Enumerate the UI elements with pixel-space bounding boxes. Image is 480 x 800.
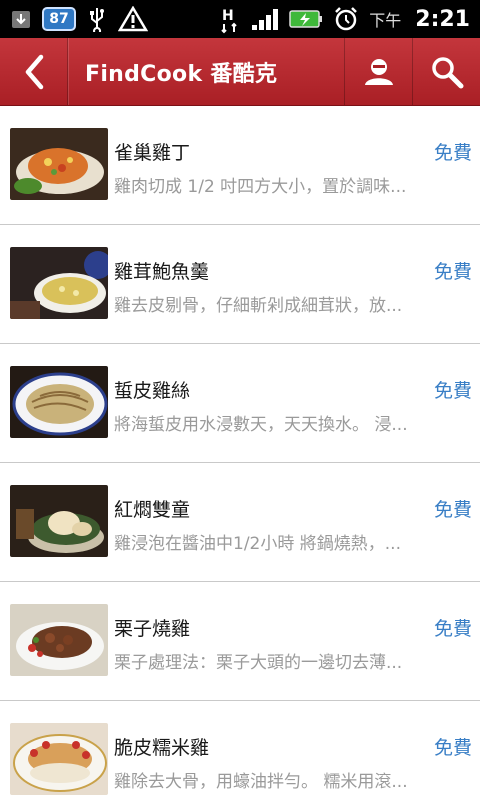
back-button[interactable] [0,38,68,105]
recipe-price: 免費 [433,142,472,164]
recipe-thumbnail [10,366,108,438]
recipe-thumbnail [10,604,108,676]
battery-widget-icon: 87 [42,7,76,31]
page-title: FindCook 番酷克 [68,38,344,105]
recipe-description: 將海蜇皮用水浸數天，天天換水。 浸... [114,415,408,435]
recipe-thumbnail [10,128,108,200]
recipe-price: 免費 [433,737,472,759]
recipe-list-item[interactable]: 雞茸鮑魚羹 免費 雞去皮剔骨，仔細斬剁成細茸狀，放... [0,225,480,344]
recipe-list-item[interactable]: 蜇皮雞絲 免費 將海蜇皮用水浸數天，天天換水。 浸... [0,344,480,463]
app-bar: FindCook 番酷克 [0,38,480,106]
recipe-title: 脆皮糯米雞 [114,737,210,759]
recipe-list-item[interactable]: 紅燜雙童 免費 雞浸泡在醬油中1/2小時 將鍋燒熱，... [0,463,480,582]
status-time: 2:21 [415,6,470,32]
recipe-list-item[interactable]: 雀巢雞丁 免費 雞肉切成 1/2 吋四方大小，置於調味... [0,106,480,225]
network-h-icon: H [219,6,241,34]
battery-charging-icon [289,6,323,32]
recipe-title: 栗子燒雞 [114,618,191,640]
recipe-description: 雞去皮剔骨，仔細斬剁成細茸狀，放... [114,296,403,316]
svg-text:H: H [222,8,234,24]
recipe-title: 雀巢雞丁 [114,142,191,164]
download-icon [10,6,32,32]
profile-button[interactable] [344,38,412,105]
status-ampm: 下午 [369,11,402,30]
recipe-price: 免費 [433,499,472,521]
recipe-title: 紅燜雙童 [114,499,191,521]
recipe-list: 雀巢雞丁 免費 雞肉切成 1/2 吋四方大小，置於調味... 雞茸鮑魚羹 免費 … [0,106,480,800]
search-icon [431,56,463,88]
search-button[interactable] [412,38,480,105]
recipe-title: 蜇皮雞絲 [114,380,191,402]
status-bar: 87 H 下午 2:21 [0,0,480,38]
recipe-description: 雞除去大骨，用蠔油拌勻。 糯米用滾... [114,772,408,792]
recipe-description: 雞浸泡在醬油中1/2小時 將鍋燒熱，... [114,534,401,554]
recipe-list-item[interactable]: 栗子燒雞 免費 栗子處理法：栗子大頭的一邊切去薄... [0,582,480,701]
recipe-price: 免費 [433,618,472,640]
user-icon [364,58,393,85]
recipe-title: 雞茸鮑魚羹 [114,261,210,283]
recipe-thumbnail [10,723,108,795]
recipe-list-item[interactable]: 脆皮糯米雞 免費 雞除去大骨，用蠔油拌勻。 糯米用滾... [0,701,480,800]
recipe-thumbnail [10,247,108,319]
recipe-price: 免費 [433,261,472,283]
alarm-icon [333,6,359,32]
usb-icon [86,6,108,32]
recipe-description: 雞肉切成 1/2 吋四方大小，置於調味... [114,177,407,197]
signal-icon [251,6,279,32]
recipe-description: 栗子處理法：栗子大頭的一邊切去薄... [114,653,403,673]
chevron-left-icon [25,54,43,89]
warning-icon [118,6,148,32]
recipe-price: 免費 [433,380,472,402]
recipe-thumbnail [10,485,108,557]
